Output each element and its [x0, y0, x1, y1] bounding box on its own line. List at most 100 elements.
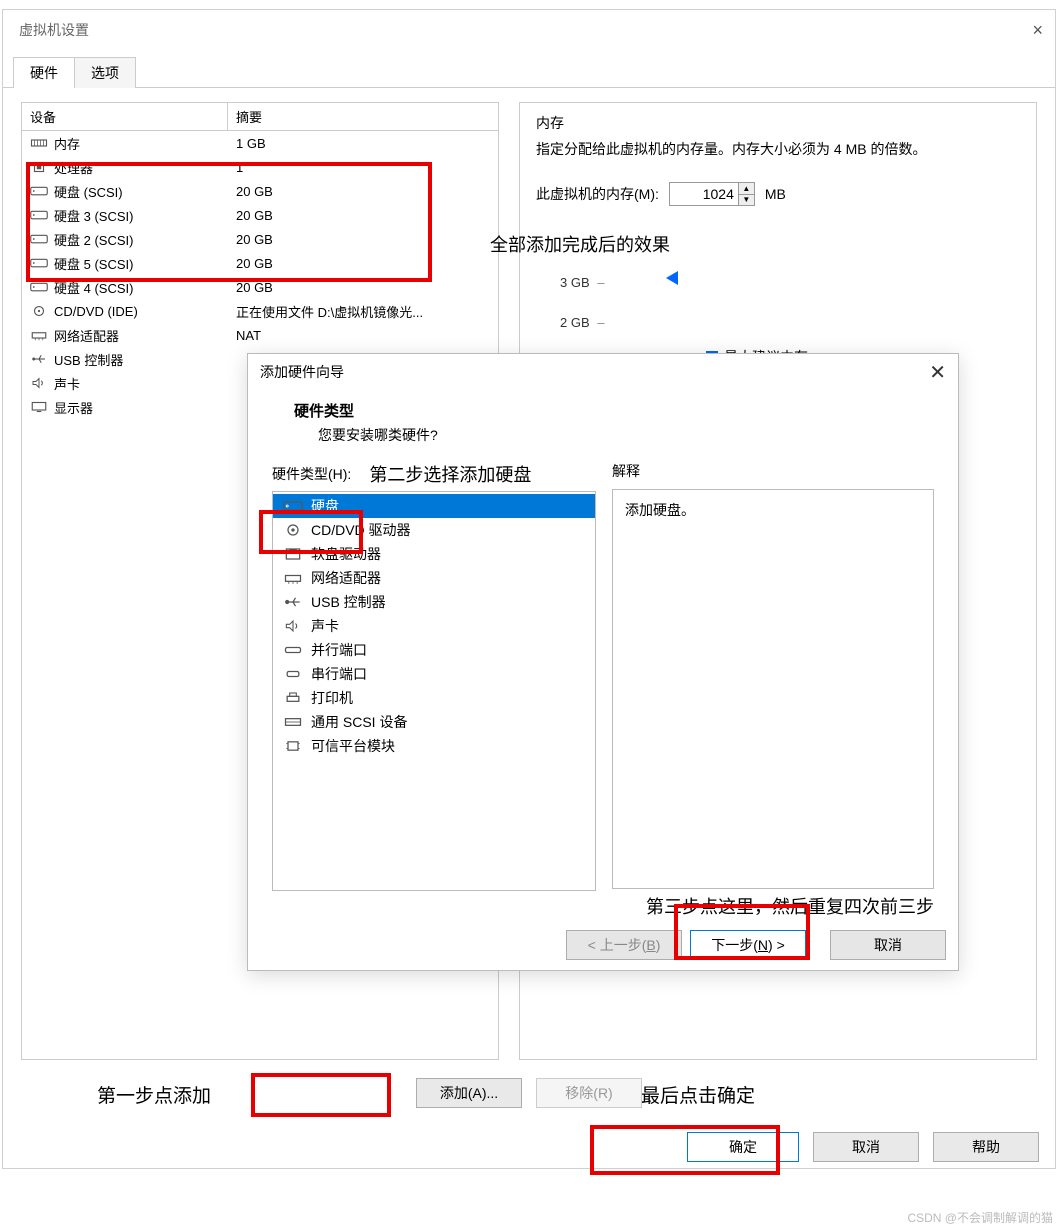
cd-icon	[30, 304, 48, 318]
device-name: 网络适配器	[54, 326, 119, 345]
wizard-subheading: 您要安装哪类硬件?	[318, 425, 934, 445]
device-list-header: 设备 摘要	[22, 103, 498, 131]
spinner-buttons[interactable]: ▲▼	[738, 183, 754, 205]
cancel-button[interactable]: 取消	[813, 1132, 919, 1162]
device-name: 内存	[54, 134, 80, 153]
window-titlebar: 虚拟机设置 ×	[3, 10, 1055, 50]
hardware-item-parallel[interactable]: 并行端口	[273, 638, 595, 662]
sound-icon	[30, 376, 48, 390]
hardware-item-label: 声卡	[311, 616, 339, 636]
memory-unit: MB	[765, 186, 786, 202]
tab-hardware[interactable]: 硬件	[13, 57, 75, 88]
hardware-item-cd[interactable]: CD/DVD 驱动器	[273, 518, 595, 542]
explain-text: 添加硬盘。	[625, 502, 695, 518]
explain-box: 添加硬盘。	[612, 489, 934, 889]
device-summary: NAT	[228, 328, 498, 343]
device-row[interactable]: 内存 1 GB	[22, 131, 498, 155]
hardware-item-label: USB 控制器	[311, 592, 386, 612]
wizard-heading: 硬件类型	[294, 400, 934, 421]
hardware-item-label: 通用 SCSI 设备	[311, 712, 407, 732]
device-name: 硬盘 3 (SCSI)	[54, 206, 133, 225]
device-summary: 20 GB	[228, 232, 498, 247]
hardware-item-disk[interactable]: 硬盘	[273, 494, 595, 518]
hardware-item-label: 软盘驱动器	[311, 544, 381, 564]
hardware-type-label: 硬件类型(H):	[272, 464, 351, 484]
hardware-item-usb[interactable]: USB 控制器	[273, 590, 595, 614]
device-summary: 20 GB	[228, 184, 498, 199]
device-summary: 20 GB	[228, 208, 498, 223]
device-summary: 1 GB	[228, 136, 498, 151]
header-device: 设备	[22, 103, 228, 130]
wizard-footer: < 上一步(B) 下一步(N) > 取消	[248, 930, 958, 960]
window-title: 虚拟机设置	[19, 20, 89, 40]
device-name: 处理器	[54, 158, 93, 177]
device-name: 声卡	[54, 374, 80, 393]
device-summary: 正在使用文件 D:\虚拟机镜像光...	[228, 302, 498, 321]
device-row[interactable]: 硬盘 4 (SCSI) 20 GB	[22, 275, 498, 299]
hardware-type-list[interactable]: 硬盘 CD/DVD 驱动器软盘驱动器网络适配器 USB 控制器声卡并行端口串行端口打…	[272, 491, 596, 891]
device-row[interactable]: 硬盘 3 (SCSI) 20 GB	[22, 203, 498, 227]
device-name: 硬盘 (SCSI)	[54, 182, 123, 201]
display-icon	[30, 400, 48, 414]
memory-input[interactable]	[670, 184, 738, 204]
usb-icon	[30, 352, 48, 366]
step3-label: 第三步点这里，然后重复四次前三步	[612, 893, 934, 919]
device-name: USB 控制器	[54, 350, 123, 369]
device-row[interactable]: 硬盘 5 (SCSI) 20 GB	[22, 251, 498, 275]
close-icon[interactable]: ×	[1032, 20, 1043, 41]
device-row[interactable]: 处理器1	[22, 155, 498, 179]
device-name: 显示器	[54, 398, 93, 417]
hardware-item-label: 硬盘	[311, 496, 339, 516]
hardware-item-sound[interactable]: 声卡	[273, 614, 595, 638]
device-row[interactable]: 硬盘 (SCSI) 20 GB	[22, 179, 498, 203]
add-button[interactable]: 添加(A)...	[416, 1078, 522, 1108]
hardware-item-tpm[interactable]: 可信平台模块	[273, 734, 595, 758]
memory-title: 内存	[536, 113, 1020, 133]
help-button[interactable]: 帮助	[933, 1132, 1039, 1162]
hardware-item-floppy[interactable]: 软盘驱动器	[273, 542, 595, 566]
device-name: 硬盘 5 (SCSI)	[54, 254, 133, 273]
disk-icon	[30, 256, 48, 270]
hardware-item-net[interactable]: 网络适配器	[273, 566, 595, 590]
device-buttons: 添加(A)... 移除(R)	[3, 1078, 1055, 1108]
disk-icon	[30, 280, 48, 294]
hardware-item-label: CD/DVD 驱动器	[311, 520, 411, 540]
add-hardware-wizard: 添加硬件向导 ✕ 硬件类型 您要安装哪类硬件? 硬件类型(H): 第二步选择添加…	[247, 353, 959, 971]
hardware-item-label: 串行端口	[311, 664, 367, 684]
tab-options[interactable]: 选项	[74, 57, 136, 88]
hardware-item-label: 可信平台模块	[311, 736, 395, 756]
memory-icon	[30, 136, 48, 150]
device-row[interactable]: 硬盘 2 (SCSI) 20 GB	[22, 227, 498, 251]
device-name: 硬盘 2 (SCSI)	[54, 230, 133, 249]
device-summary: 20 GB	[228, 280, 498, 295]
memory-desc: 指定分配给此虚拟机的内存量。内存大小必须为 4 MB 的倍数。	[536, 139, 1020, 160]
next-button[interactable]: 下一步(N) >	[690, 930, 806, 960]
hardware-item-label: 打印机	[311, 688, 353, 708]
tabs: 硬件 选项	[3, 56, 1055, 88]
hardware-item-printer[interactable]: 打印机	[273, 686, 595, 710]
effect-caption: 全部添加完成后的效果	[490, 231, 670, 257]
wizard-cancel-button[interactable]: 取消	[830, 930, 946, 960]
device-summary: 20 GB	[228, 256, 498, 271]
explain-label: 解释	[612, 461, 934, 481]
tpm-icon	[283, 738, 303, 754]
hardware-item-scsi[interactable]: 通用 SCSI 设备	[273, 710, 595, 734]
dialog-footer: 确定 取消 帮助	[3, 1132, 1055, 1162]
hardware-item-serial[interactable]: 串行端口	[273, 662, 595, 686]
cpu-icon	[30, 160, 48, 174]
back-button[interactable]: < 上一步(B)	[566, 930, 682, 960]
step2-label: 第二步选择添加硬盘	[369, 461, 531, 487]
hardware-item-label: 并行端口	[311, 640, 367, 660]
disk-icon	[30, 232, 48, 246]
device-name: 硬盘 4 (SCSI)	[54, 278, 133, 297]
wizard-close-icon[interactable]: ✕	[929, 360, 946, 385]
ok-button[interactable]: 确定	[687, 1132, 799, 1162]
memory-spinner[interactable]: ▲▼	[669, 182, 755, 206]
header-summary: 摘要	[228, 103, 498, 130]
disk-icon	[30, 184, 48, 198]
hardware-item-label: 网络适配器	[311, 568, 381, 588]
memory-scale: 3 GB 2 GB	[560, 263, 604, 343]
remove-button[interactable]: 移除(R)	[536, 1078, 642, 1108]
device-row[interactable]: 网络适配器 NAT	[22, 323, 498, 347]
device-row[interactable]: CD/DVD (IDE)正在使用文件 D:\虚拟机镜像光...	[22, 299, 498, 323]
